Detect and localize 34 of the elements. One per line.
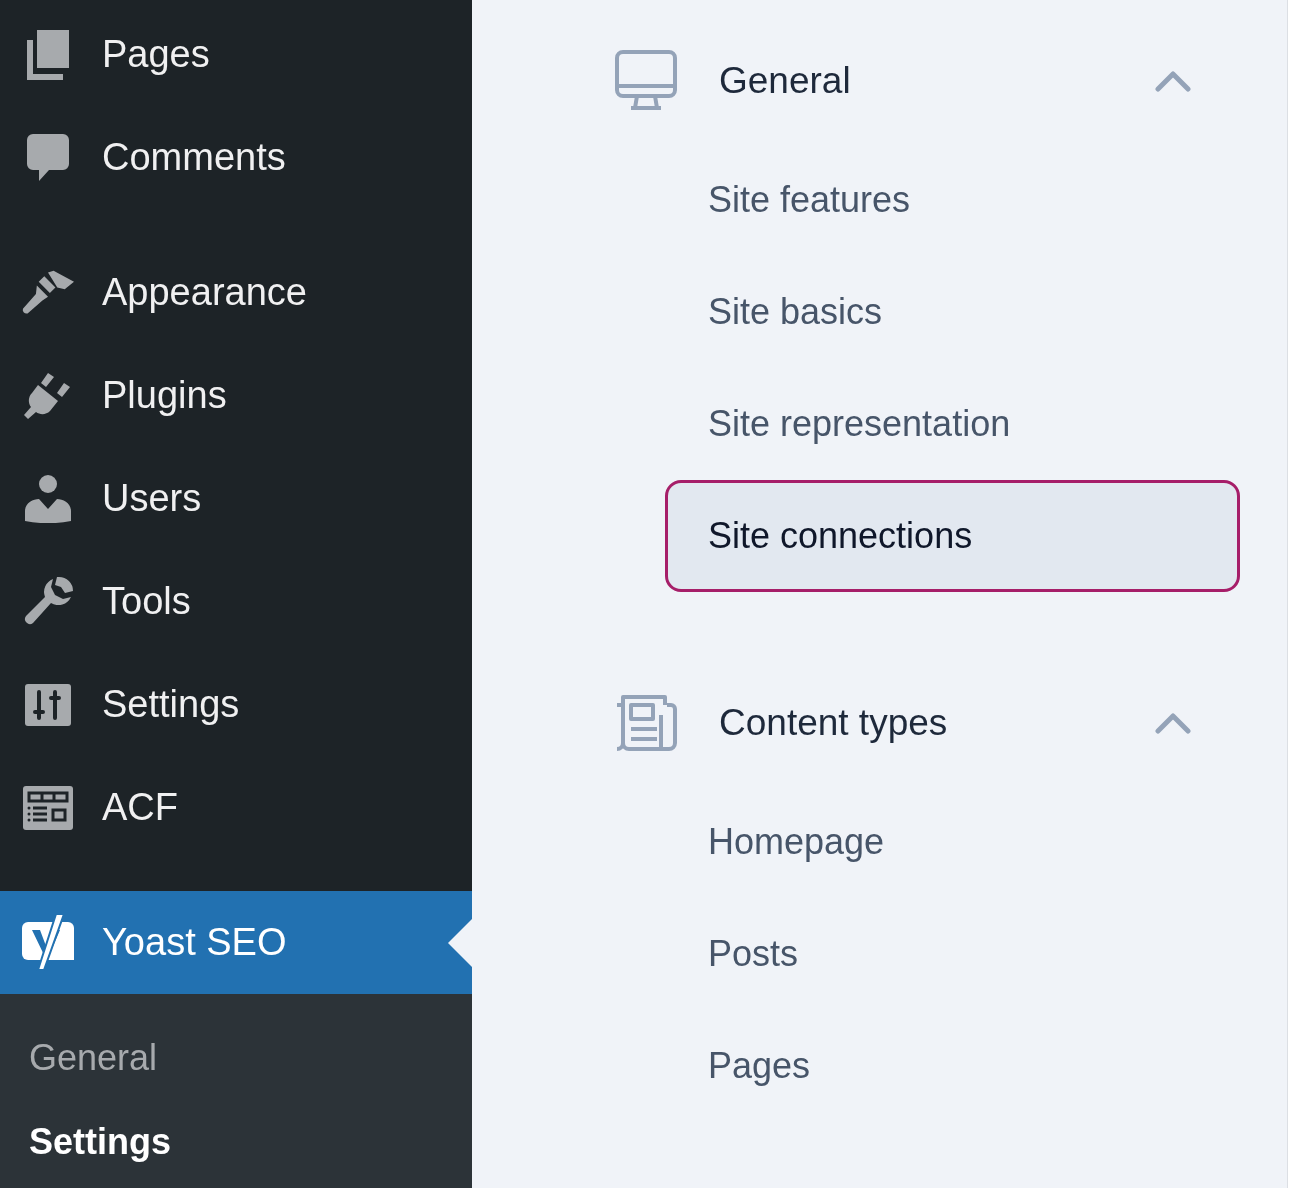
nav-link[interactable]: Site basics [665,256,1240,368]
sliders-icon [25,683,71,726]
paintbrush-icon [22,268,74,317]
nav-link[interactable]: Site representation [665,368,1240,480]
menu-item[interactable]: Appearance [0,241,472,344]
pages-icon [27,29,69,80]
menu-item[interactable]: Settings [0,653,472,756]
y-logo-icon [22,913,74,972]
monitor-icon [615,50,677,112]
nav-link[interactable]: Site features [665,144,1240,256]
menu-pointer [448,918,472,967]
submenu-link[interactable]: General [0,1016,158,1100]
nav-link[interactable]: Homepage [665,786,1240,898]
menu-item[interactable]: Tools [0,550,472,653]
nav-link[interactable]: Posts [665,898,1240,1010]
submenu-link[interactable]: Settings [0,1100,171,1184]
section-heading[interactable]: Content types [719,702,1155,744]
layout-grid-icon [23,785,73,830]
section-heading[interactable]: General [719,60,1155,102]
nav-link[interactable]: Site connections [665,480,1240,592]
menu-item[interactable]: Plugins [0,344,472,447]
speech-bubble-icon [27,133,69,182]
wrench-icon [23,576,73,627]
menu-item[interactable]: Comments [0,106,472,209]
nav-link[interactable]: Pages [665,1010,1240,1122]
chevron-up-icon[interactable] [1155,70,1191,92]
plug-icon [24,372,72,419]
user-icon [25,474,71,523]
menu-item[interactable]: Users [0,447,472,550]
menu-item[interactable]: Pages [0,3,472,106]
menu-item[interactable]: ACF [0,756,472,859]
newspaper-icon [615,695,677,751]
menu-item[interactable]: Yoast SEO [0,891,472,994]
chevron-up-icon[interactable] [1155,712,1191,734]
